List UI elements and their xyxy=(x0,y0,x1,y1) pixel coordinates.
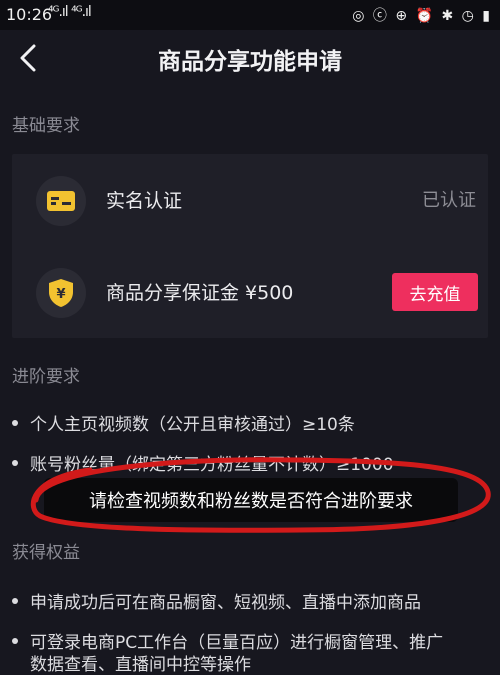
list-item: 申请成功后可在商品橱窗、短视频、直播中添加商品 xyxy=(12,588,421,613)
svg-text:¥: ¥ xyxy=(56,287,65,302)
status-icons: ◎ ⓒ ⊕ ⏰ ✱ ◷ ▮ xyxy=(352,8,492,24)
advanced-item-text: 账号粉丝量（绑定第三方粉丝量不计数）≥1000 xyxy=(30,455,394,475)
list-item: 个人主页视频数（公开且审核通过）≥10条 xyxy=(12,410,355,435)
realname-status: 已认证 xyxy=(422,190,476,211)
realname-row: 实名认证 已认证 xyxy=(12,154,488,246)
section-advanced-label: 进阶要求 xyxy=(12,367,80,387)
recharge-button[interactable]: 去充值 xyxy=(392,273,478,311)
signal-icon: ⁴ᴳ.ıl ⁴ᴳ.ıl xyxy=(48,4,92,20)
list-item-continuation: 数据查看、直播间中控等操作 xyxy=(30,650,251,675)
toast-message: 请检查视频数和粉丝数是否符合进阶要求 xyxy=(44,478,458,522)
advanced-item-text: 个人主页视频数（公开且审核通过）≥10条 xyxy=(30,415,355,435)
bullet-dot xyxy=(12,638,18,644)
deposit-label: 商品分享保证金 ¥500 xyxy=(106,282,294,304)
bullet-dot xyxy=(12,598,18,604)
bullet-dot xyxy=(12,460,18,466)
benefit-item-text: 申请成功后可在商品橱窗、短视频、直播中添加商品 xyxy=(30,593,421,613)
section-benefits-label: 获得权益 xyxy=(12,543,80,563)
nav-bar: 商品分享功能申请 xyxy=(0,30,500,86)
basic-requirements-card: 实名认证 已认证 ¥ 商品分享保证金 ¥500 去充值 xyxy=(12,154,488,338)
section-basic-label: 基础要求 xyxy=(12,116,80,136)
deposit-row: ¥ 商品分享保证金 ¥500 去充值 xyxy=(12,246,488,338)
realname-label: 实名认证 xyxy=(106,190,183,212)
id-card-icon xyxy=(36,176,86,226)
status-time: 10:26 xyxy=(6,5,53,24)
shield-yuan-icon: ¥ xyxy=(36,268,86,318)
bullet-dot xyxy=(12,420,18,426)
list-item: 账号粉丝量（绑定第三方粉丝量不计数）≥1000 xyxy=(12,450,394,475)
page-title: 商品分享功能申请 xyxy=(158,49,342,75)
status-bar: 10:26 ⁴ᴳ.ıl ⁴ᴳ.ıl ◎ ⓒ ⊕ ⏰ ✱ ◷ ▮ xyxy=(0,0,500,30)
benefit-item-text: 数据查看、直播间中控等操作 xyxy=(30,655,251,675)
